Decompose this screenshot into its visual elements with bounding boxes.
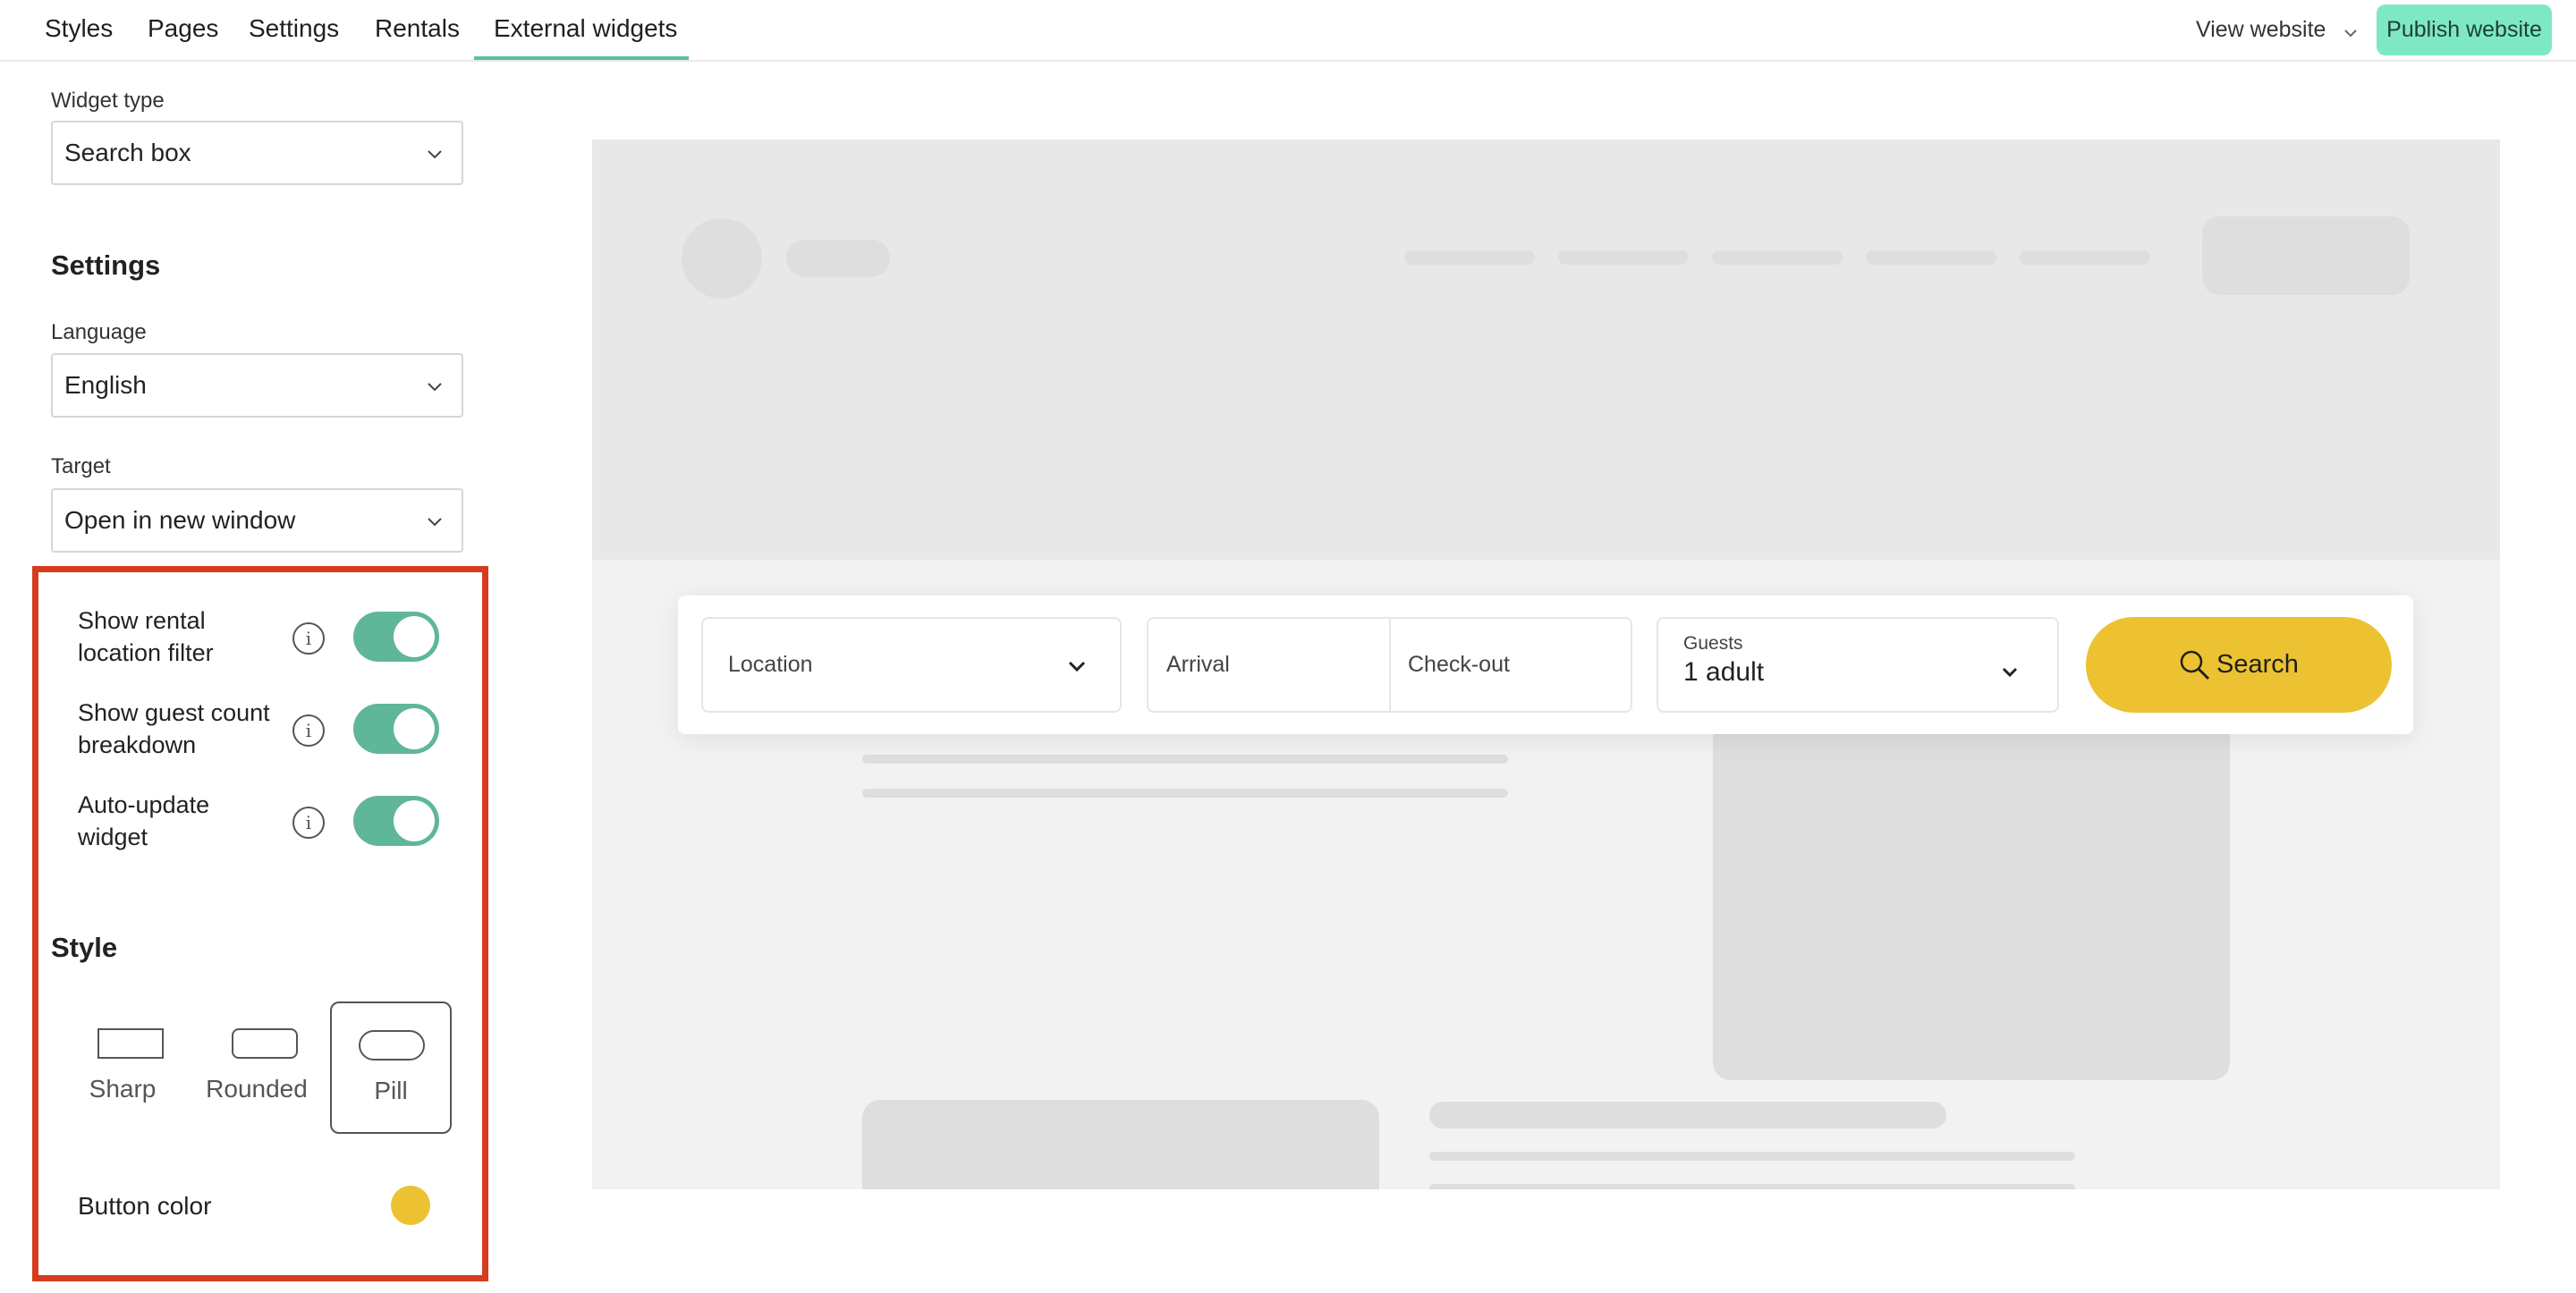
preview-text-placeholder bbox=[862, 755, 1508, 764]
tab-pages[interactable]: Pages bbox=[148, 0, 218, 60]
toggle-label: Auto-update widget bbox=[78, 791, 210, 850]
style-option-label: Pill bbox=[374, 1077, 408, 1104]
search-box-widget: Location Arrival Check-out Guests 1 adul… bbox=[678, 596, 2413, 734]
tab-external-widgets[interactable]: External widgets bbox=[474, 0, 689, 60]
style-option-pill[interactable]: Pill bbox=[330, 1001, 452, 1134]
checkout-placeholder: Check-out bbox=[1408, 652, 1510, 677]
toggle-row-guest-count: Show guest count breakdown i bbox=[78, 697, 439, 768]
preview-nav-placeholder bbox=[1558, 250, 1689, 265]
guests-value: 1 adult bbox=[1683, 657, 1765, 687]
widget-type-value: Search box bbox=[64, 139, 191, 166]
chevron-down-icon bbox=[2002, 665, 2018, 681]
tab-styles[interactable]: Styles bbox=[45, 0, 113, 60]
arrival-placeholder: Arrival bbox=[1166, 652, 1230, 677]
rental-location-filter-toggle[interactable] bbox=[353, 612, 439, 662]
target-select[interactable]: Open in new window bbox=[51, 488, 463, 553]
toggle-row-rental-location: Show rental location filter i bbox=[78, 604, 439, 676]
toggle-label: Show rental location filter bbox=[78, 607, 214, 666]
chevron-down-icon bbox=[428, 148, 442, 164]
button-color-label: Button color bbox=[78, 1192, 212, 1220]
style-option-label: Rounded bbox=[206, 1075, 308, 1103]
widget-type-select[interactable]: Search box bbox=[51, 121, 463, 185]
preview-text-placeholder bbox=[1429, 1152, 2075, 1161]
preview-brand-placeholder bbox=[786, 240, 890, 277]
pill-shape-icon bbox=[359, 1030, 425, 1061]
style-option-sharp[interactable]: Sharp bbox=[62, 1001, 183, 1134]
view-website-label: View website bbox=[2196, 17, 2326, 42]
style-section-title: Style bbox=[51, 932, 118, 963]
tab-settings[interactable]: Settings bbox=[249, 0, 339, 60]
settings-section-title: Settings bbox=[51, 249, 161, 281]
language-value: English bbox=[64, 371, 147, 399]
preview-cta-placeholder bbox=[2202, 216, 2410, 295]
top-navigation: Styles Pages Settings Rentals External w… bbox=[0, 0, 2576, 62]
preview-text-placeholder bbox=[1429, 1184, 2075, 1189]
toggle-label: Show guest count breakdown bbox=[78, 699, 270, 758]
date-range-picker[interactable]: Arrival Check-out bbox=[1147, 617, 1632, 713]
language-label: Language bbox=[51, 320, 147, 344]
publish-website-button[interactable]: Publish website bbox=[2377, 4, 2552, 55]
chevron-down-icon bbox=[1068, 660, 1086, 676]
preview-hero-placeholder bbox=[592, 139, 2500, 560]
guests-label: Guests bbox=[1683, 633, 1743, 654]
preview-nav-placeholder bbox=[1712, 250, 1843, 265]
rounded-shape-icon bbox=[232, 1028, 298, 1059]
widget-type-label: Widget type bbox=[51, 89, 165, 113]
button-color-swatch[interactable] bbox=[391, 1186, 430, 1225]
preview-card-placeholder bbox=[1713, 721, 2230, 1080]
toggle-knob bbox=[394, 800, 435, 841]
view-website-dropdown[interactable]: View website bbox=[2196, 0, 2358, 60]
info-icon[interactable]: i bbox=[292, 714, 325, 747]
target-value: Open in new window bbox=[64, 506, 296, 534]
preview-nav-placeholder bbox=[1404, 250, 1535, 265]
toggle-knob bbox=[394, 616, 435, 657]
search-button[interactable]: Search bbox=[2086, 617, 2392, 713]
guests-select[interactable]: Guests 1 adult bbox=[1657, 617, 2059, 713]
preview-nav-placeholder bbox=[1866, 250, 1996, 265]
style-option-rounded[interactable]: Rounded bbox=[196, 1001, 318, 1134]
sharp-shape-icon bbox=[97, 1028, 164, 1059]
date-divider bbox=[1389, 619, 1391, 711]
chevron-down-icon bbox=[2344, 1, 2358, 60]
search-button-label: Search bbox=[2216, 650, 2299, 679]
auto-update-widget-toggle[interactable] bbox=[353, 796, 439, 846]
preview-heading-placeholder bbox=[1429, 1102, 1946, 1128]
preview-card-placeholder bbox=[862, 1100, 1379, 1189]
preview-text-placeholder bbox=[862, 789, 1508, 798]
preview-nav-placeholder bbox=[2020, 250, 2150, 265]
tab-rentals[interactable]: Rentals bbox=[375, 0, 460, 60]
location-select[interactable]: Location bbox=[701, 617, 1122, 713]
guest-count-breakdown-toggle[interactable] bbox=[353, 704, 439, 754]
toggle-knob bbox=[394, 708, 435, 749]
target-label: Target bbox=[51, 454, 111, 478]
toggle-row-auto-update: Auto-update widget i bbox=[78, 789, 439, 860]
language-select[interactable]: English bbox=[51, 353, 463, 418]
chevron-down-icon bbox=[428, 515, 442, 531]
info-icon[interactable]: i bbox=[292, 622, 325, 655]
preview-logo-placeholder bbox=[682, 218, 762, 299]
chevron-down-icon bbox=[428, 380, 442, 396]
info-icon[interactable]: i bbox=[292, 807, 325, 839]
location-placeholder: Location bbox=[728, 652, 813, 677]
search-icon bbox=[2180, 651, 2210, 680]
style-option-label: Sharp bbox=[89, 1075, 157, 1103]
